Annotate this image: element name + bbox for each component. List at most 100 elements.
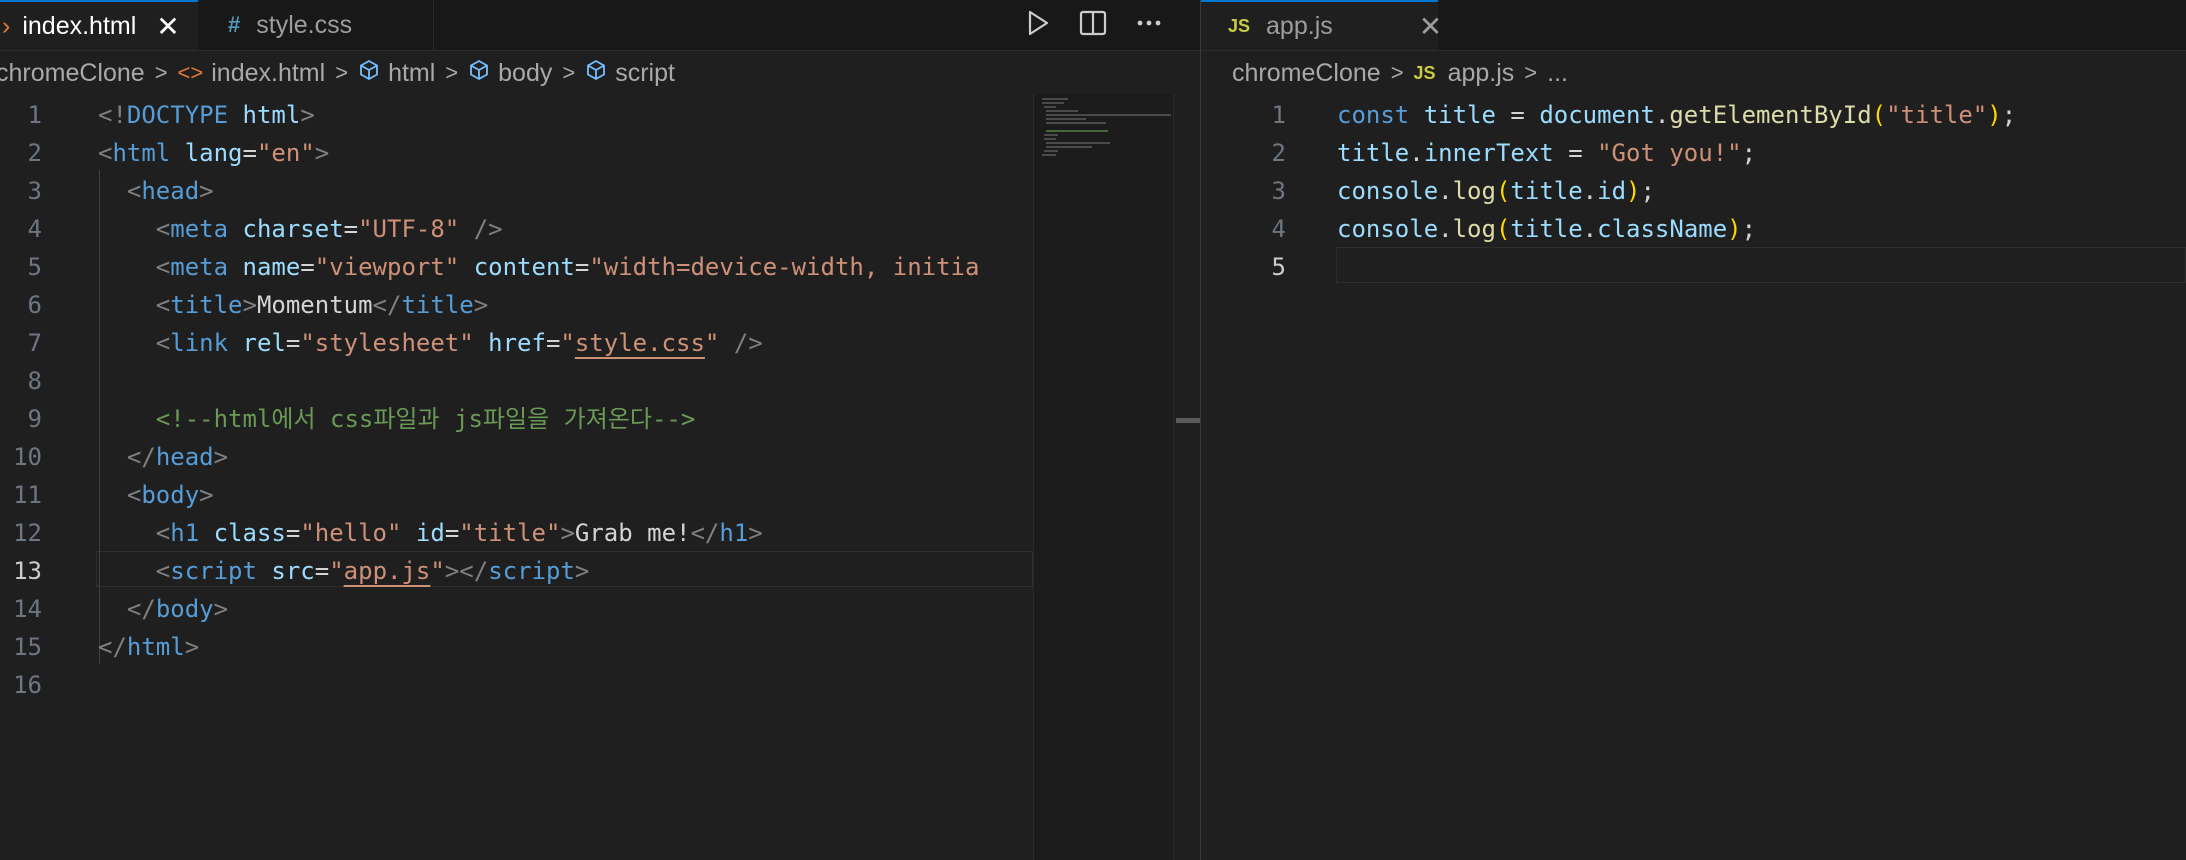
code-token: head <box>141 177 200 205</box>
line-number: 13 <box>13 557 42 585</box>
chevron-right-icon: > <box>1524 60 1538 85</box>
code-line[interactable]: 10 </head> <box>0 438 1033 476</box>
line-number: 11 <box>13 481 42 509</box>
tab-index-html[interactable]: › index.html ✕ <box>0 0 198 50</box>
right-editor-pane: JS app.js ✕ chromeClone > JS app.js > ..… <box>1201 0 2186 860</box>
more-actions-icon[interactable] <box>1135 9 1163 42</box>
code-token: > <box>213 595 229 623</box>
code-line[interactable]: 3 console.log(title.id); <box>1201 172 2186 210</box>
code-token[interactable]: style.css <box>575 329 705 357</box>
code-token: console <box>1337 177 1439 205</box>
code-token: ) <box>1987 101 2002 129</box>
code-token: > <box>314 139 330 167</box>
split-editor-icon[interactable] <box>1079 9 1107 42</box>
js-file-icon: JS <box>1228 15 1251 36</box>
tab-label: app.js <box>1266 11 1333 40</box>
code-token: = <box>343 215 359 243</box>
code-line[interactable]: 6 <title>Momentum</title> <box>0 286 1033 324</box>
code-token: ) <box>1727 215 1742 243</box>
code-line[interactable]: 9 <!--html에서 css파일과 js파일을 가져온다--> <box>0 400 1033 438</box>
minimap-line <box>1046 122 1106 124</box>
code-line[interactable]: 1 <!DOCTYPE html> <box>0 96 1033 134</box>
line-number: 9 <box>27 405 42 433</box>
code-line[interactable]: 13 <script src="app.js"></script> <box>0 552 1033 590</box>
code-text: <title>Momentum</title> <box>98 286 488 324</box>
breadcrumb-file[interactable]: index.html <box>211 59 325 88</box>
minimap-line <box>1046 114 1171 116</box>
code-editor-html[interactable]: 1 <!DOCTYPE html> 2 <html lang="en"> 3 <head… <box>0 94 1033 860</box>
breadcrumb-item-body[interactable]: body <box>498 59 552 88</box>
symbol-structure-icon <box>585 59 607 88</box>
minimap-line <box>1046 130 1108 132</box>
breadcrumb-item-script[interactable]: script <box>615 59 675 88</box>
code-token[interactable]: app.js <box>344 557 431 585</box>
close-icon[interactable]: ✕ <box>1419 10 1442 43</box>
tab-label: index.html <box>22 11 137 40</box>
symbol-structure-icon <box>358 59 380 88</box>
code-line[interactable]: 5 <box>1201 248 2186 286</box>
code-line[interactable]: 15 </html> <box>0 628 1033 666</box>
chevron-right-icon: > <box>154 60 168 85</box>
code-line[interactable]: 16 <box>0 666 1033 704</box>
breadcrumb-folder[interactable]: chromeClone <box>1232 59 1381 88</box>
code-token: console <box>1337 215 1439 243</box>
code-token: "title" <box>459 519 561 547</box>
minimap[interactable] <box>1033 94 1174 860</box>
code-line[interactable]: 5 <meta name="viewport" content="width=d… <box>0 248 1033 286</box>
breadcrumb: chromeClone > JS app.js > ... <box>1232 52 2186 94</box>
run-icon[interactable] <box>1025 9 1051 42</box>
code-line[interactable]: 2 title.innerText = "Got you!"; <box>1201 134 2186 172</box>
breadcrumb-item-html[interactable]: html <box>388 59 435 88</box>
code-line[interactable]: 2 <html lang="en"> <box>0 134 1033 172</box>
minimap-line <box>1046 118 1086 120</box>
code-text: console.log(title.id); <box>1337 172 1655 210</box>
code-token: getElementById <box>1669 101 1872 129</box>
code-token: = <box>1553 139 1598 167</box>
code-line[interactable]: 4 <meta charset="UTF-8" /> <box>0 210 1033 248</box>
tab-style-css[interactable]: # style.css <box>198 0 434 50</box>
code-line[interactable]: 4 console.log(title.className); <box>1201 210 2186 248</box>
code-token: html <box>126 633 185 661</box>
breadcrumb-folder[interactable]: chromeClone <box>0 59 145 88</box>
code-token: ( <box>1871 101 1887 129</box>
code-line[interactable]: 3 <head> <box>0 172 1033 210</box>
close-icon[interactable]: ✕ <box>156 10 179 43</box>
code-token: < <box>98 139 113 167</box>
code-token: h1 <box>170 519 200 547</box>
scrollbar-thumb[interactable] <box>1176 418 1200 423</box>
code-text: <body> <box>98 476 214 514</box>
code-line[interactable]: 14 </body> <box>0 590 1033 628</box>
code-token: /> <box>473 215 503 243</box>
code-token: title <box>401 291 474 319</box>
code-line[interactable]: 1 const title = document.getElementById("… <box>1201 96 2186 134</box>
code-editor-js[interactable]: 1 const title = document.getElementById("… <box>1201 94 2186 860</box>
code-token: > <box>560 519 575 547</box>
code-token: < <box>155 215 171 243</box>
code-token: = <box>444 519 460 547</box>
minimap-line <box>1042 154 1056 156</box>
code-token: < <box>155 253 171 281</box>
breadcrumb-more[interactable]: ... <box>1547 59 1568 88</box>
code-line[interactable]: 7 <link rel="stylesheet" href="style.css… <box>0 324 1033 362</box>
code-text: <link rel="stylesheet" href="style.css" … <box>98 324 763 362</box>
breadcrumb-file[interactable]: app.js <box>1448 59 1515 88</box>
code-token: "width=device-width, initia <box>589 253 980 281</box>
code-line[interactable]: 12 <h1 class="hello" id="title">Grab me!… <box>0 514 1033 552</box>
vertical-scrollbar[interactable] <box>1173 94 1200 860</box>
code-token: " <box>704 329 720 357</box>
line-number: 3 <box>27 177 42 205</box>
code-text: </head> <box>98 438 228 476</box>
code-text: </body> <box>98 590 228 628</box>
code-token: </ <box>372 291 402 319</box>
code-token: ( <box>1495 177 1511 205</box>
code-token: script <box>488 557 575 585</box>
code-token: </ <box>126 443 156 471</box>
tab-app-js[interactable]: JS app.js ✕ <box>1201 0 1442 50</box>
code-line[interactable]: 8 <box>0 362 1033 400</box>
code-line[interactable]: 11 <body> <box>0 476 1033 514</box>
